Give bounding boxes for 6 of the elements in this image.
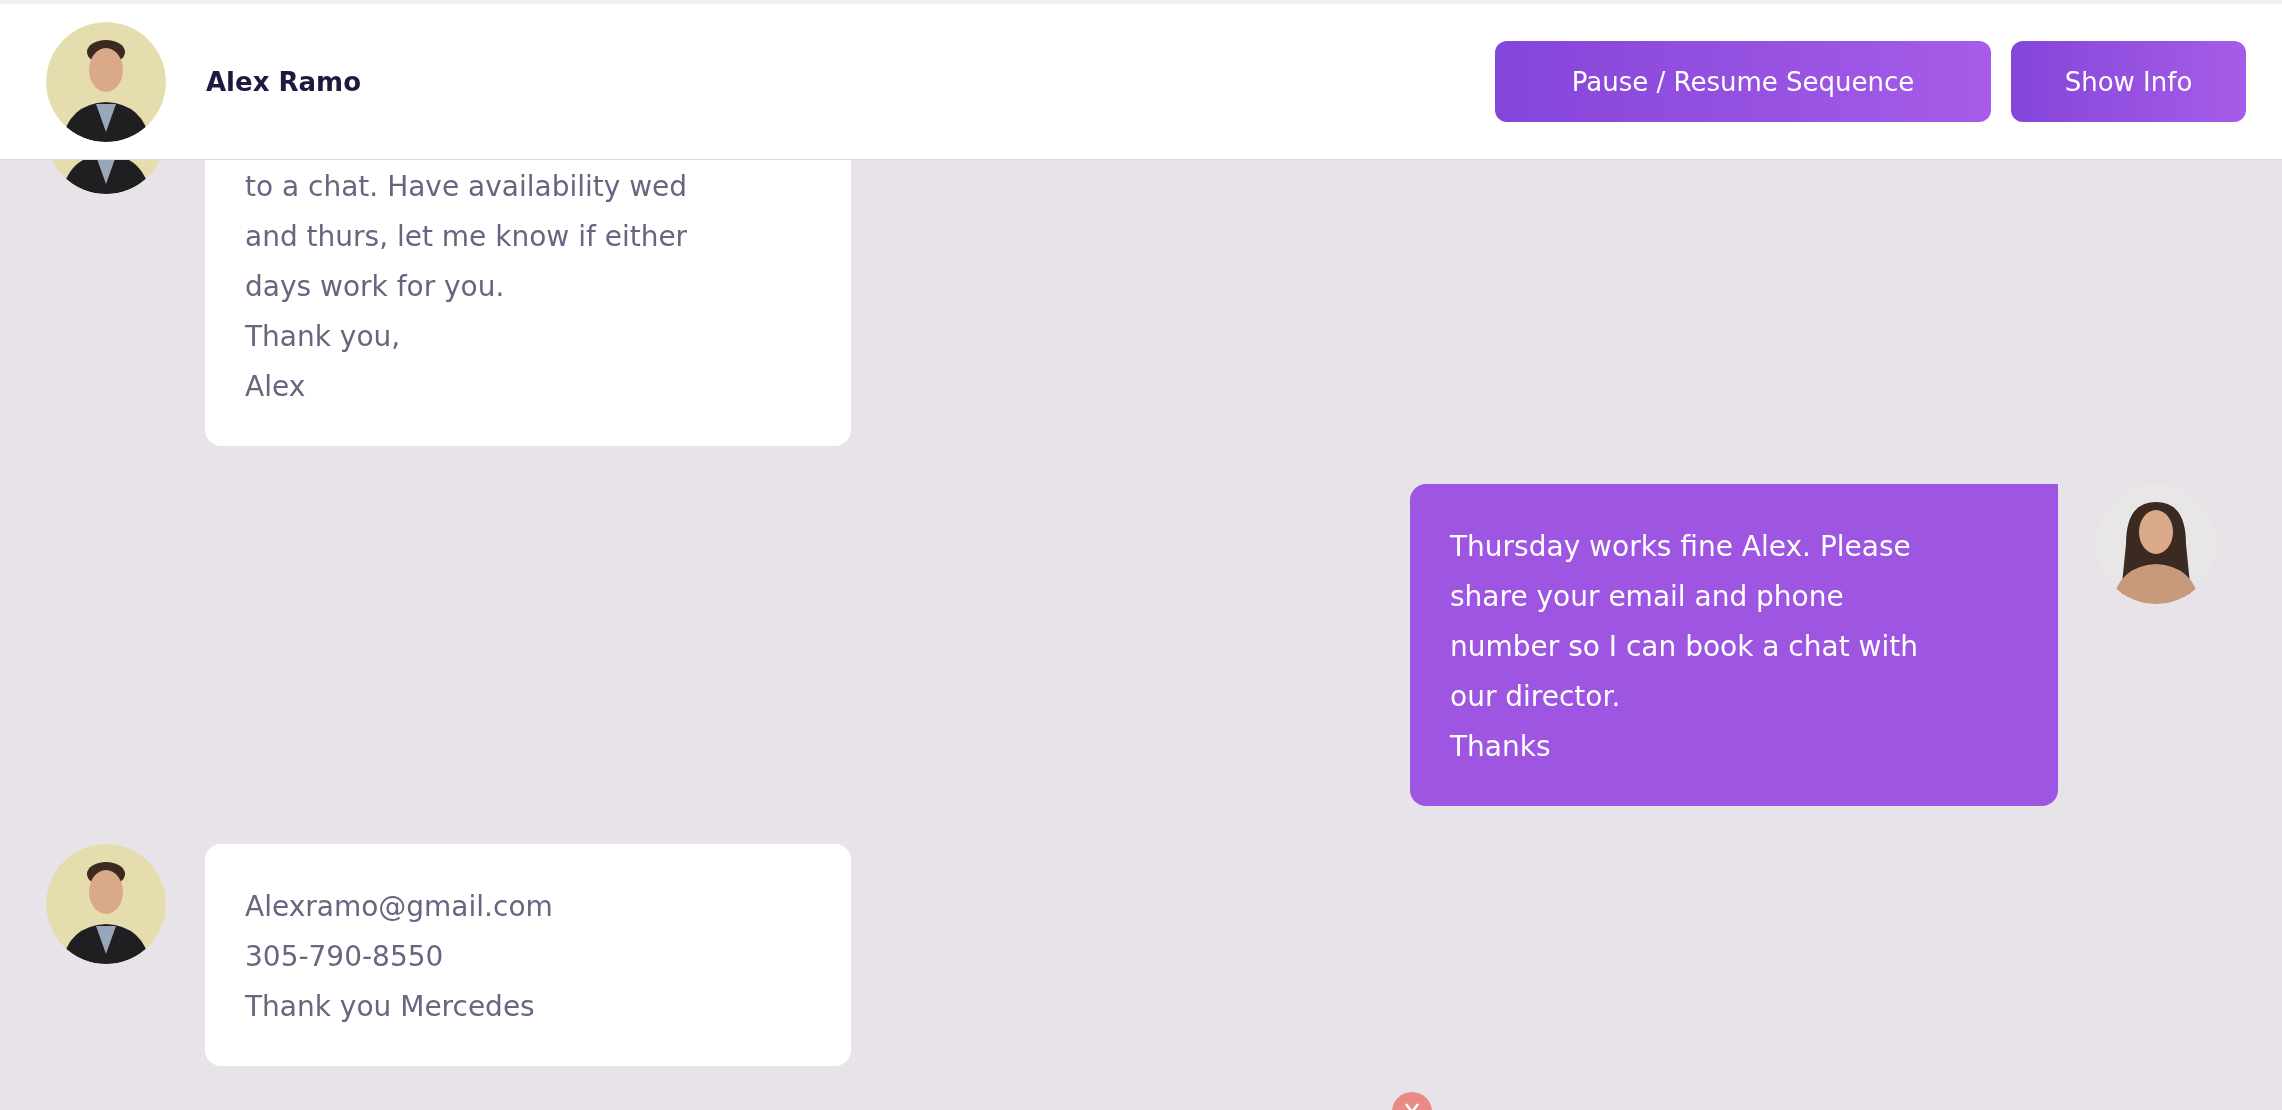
message-bubble: to a chat. Have availability wed and thurs, let me know if either days work for you. Thank you, Alex [205, 160, 851, 446]
show-info-button[interactable]: Show Info [2011, 41, 2246, 122]
message-bubble: Thursday works fine Alex. Please share your email and phone number so I can book a chat with our director. Thanks [1410, 484, 2058, 806]
message-bubble: Alexramo@gmail.com 305-790-8550 Thank you Mercedes [205, 844, 851, 1066]
contact-name: Alex Ramo [206, 66, 362, 97]
pause-resume-button[interactable]: Pause / Resume Sequence [1495, 41, 1991, 122]
